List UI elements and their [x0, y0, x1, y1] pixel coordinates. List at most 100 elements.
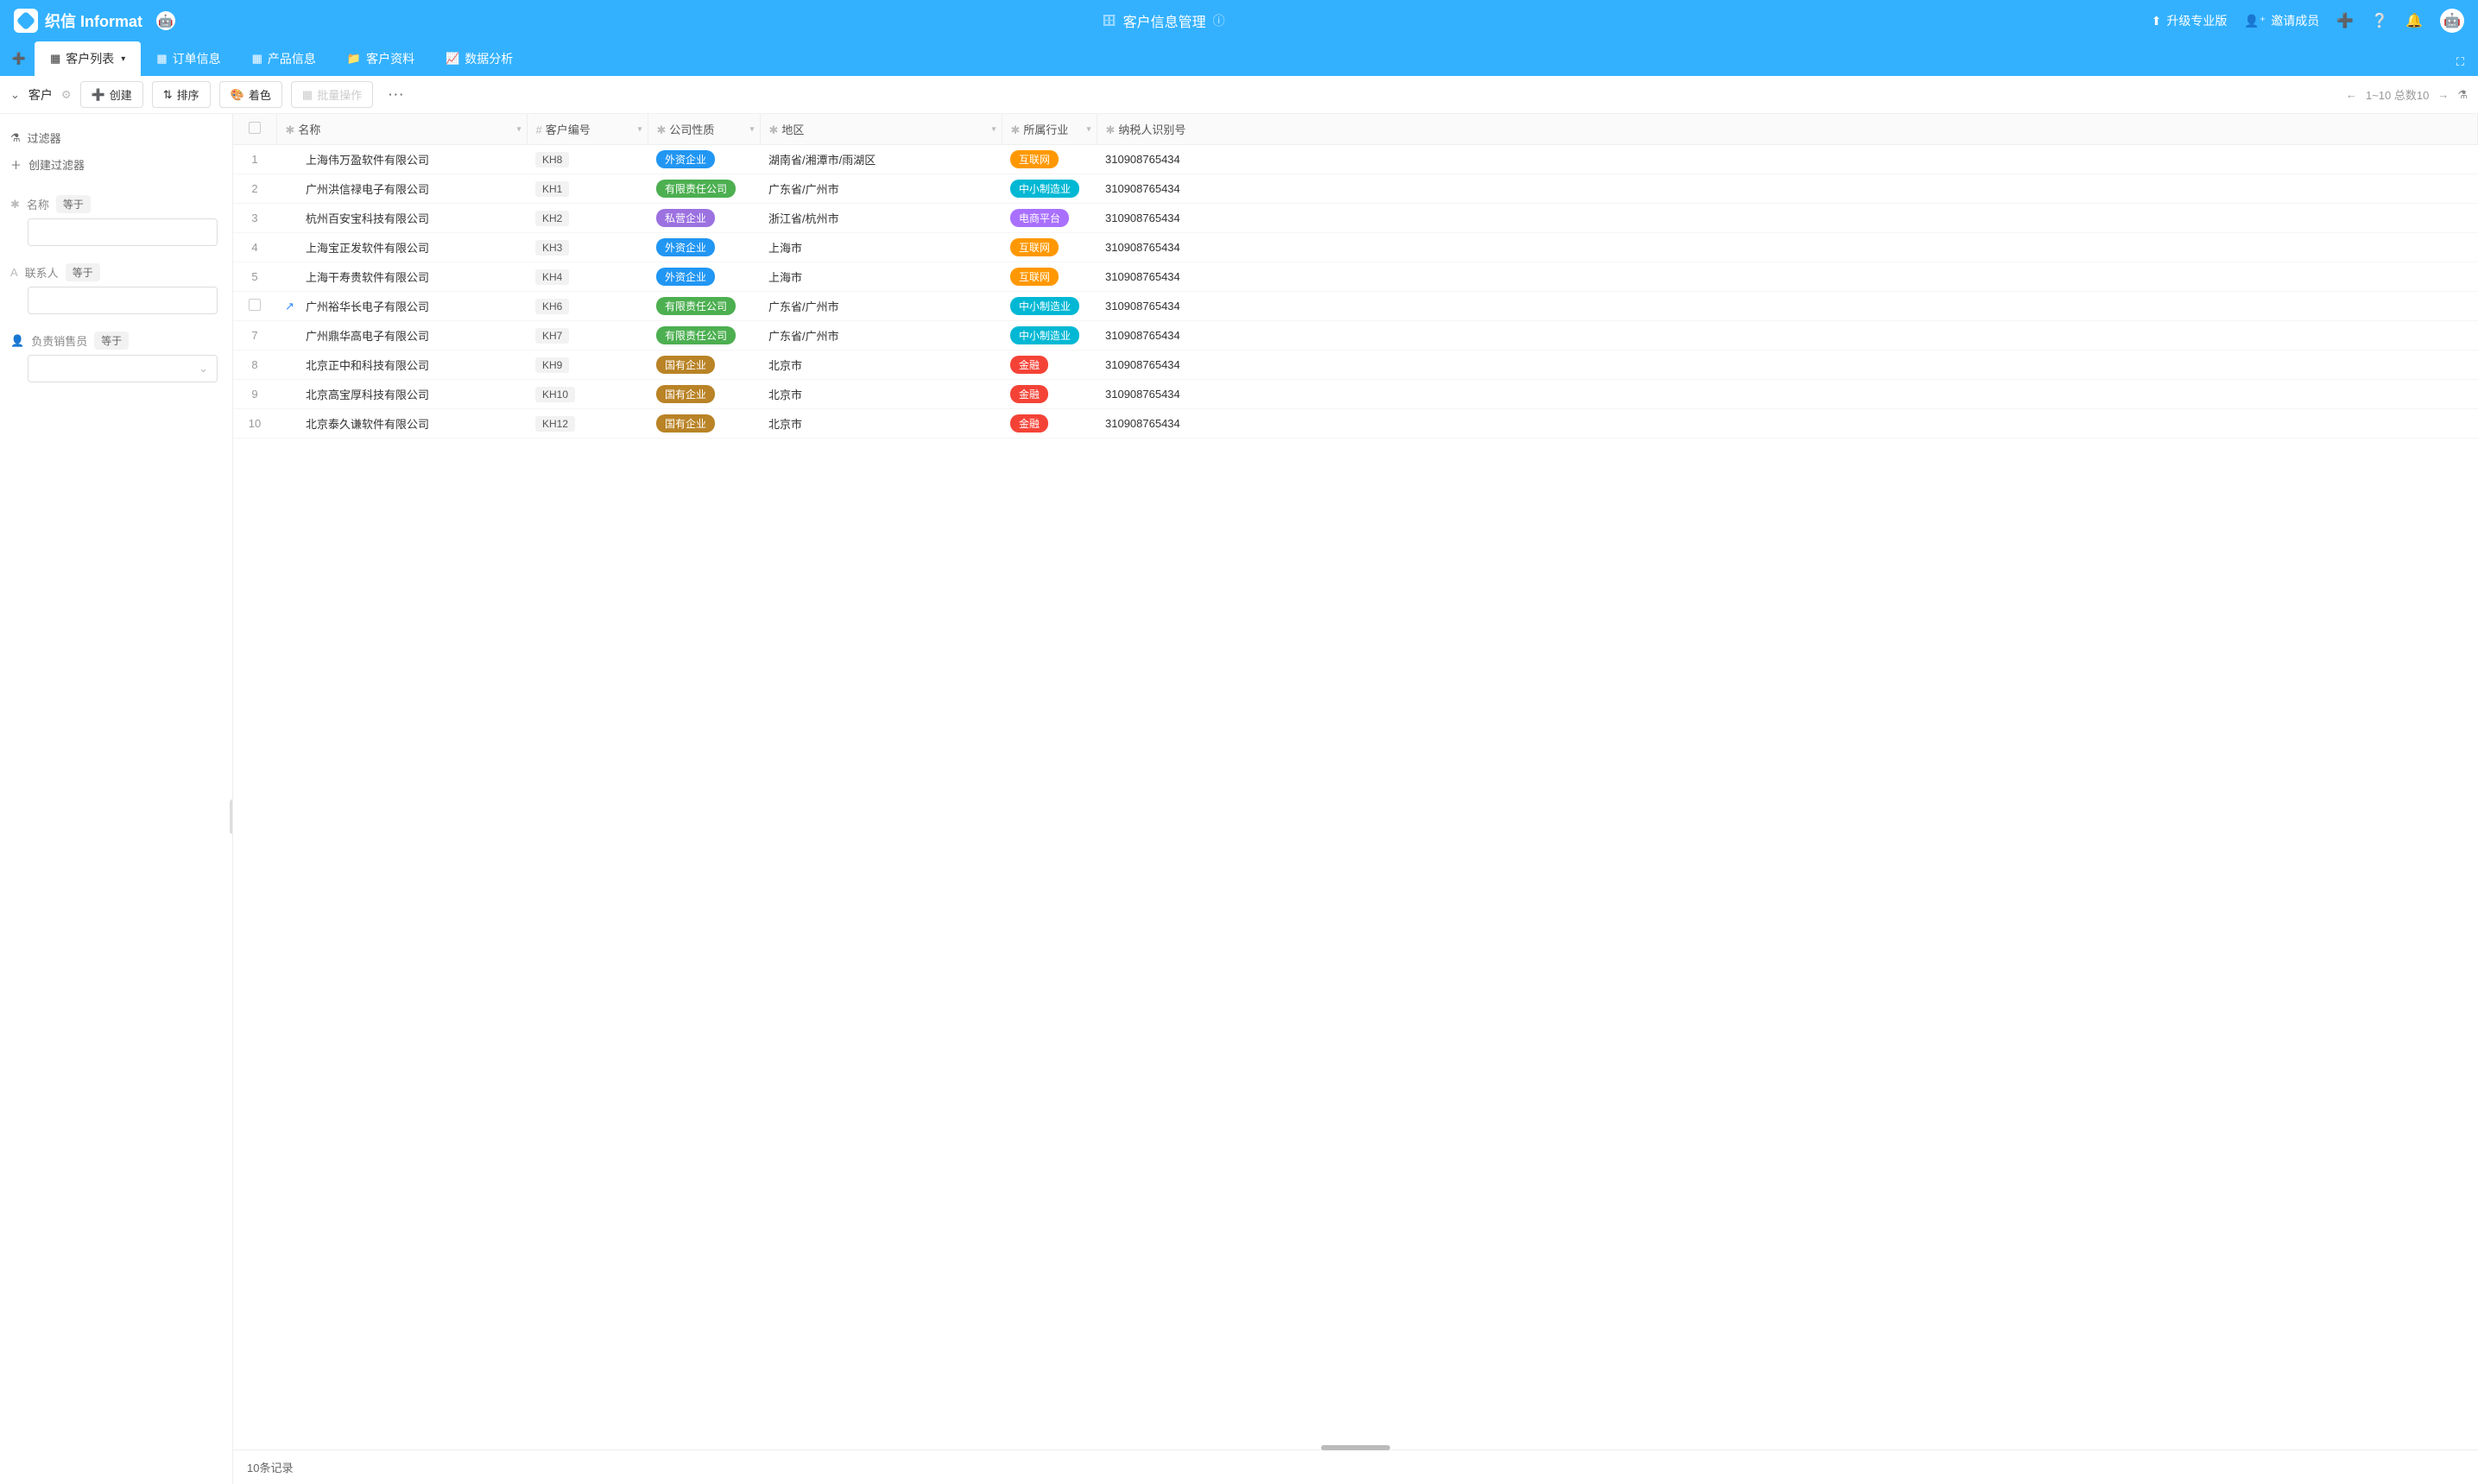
cell-name[interactable]: ↗广州裕华长电子有限公司: [276, 292, 527, 321]
tab-3[interactable]: 📁客户资料: [332, 41, 430, 76]
table-row[interactable]: 6↗广州裕华长电子有限公司KH6有限责任公司广东省/广州市中小制造业310908…: [233, 292, 2478, 321]
next-page-icon[interactable]: →: [2437, 88, 2449, 101]
table-row[interactable]: 5↗上海干寿贵软件有限公司KH4外资企业上海市互联网310908765434: [233, 262, 2478, 292]
tab-1[interactable]: ▦订单信息: [141, 41, 236, 76]
collapse-chevron-icon[interactable]: ⌄: [10, 88, 20, 102]
cell-name[interactable]: ↗上海宝正发软件有限公司: [276, 233, 527, 262]
chevron-down-icon[interactable]: ▾: [1086, 124, 1090, 134]
help-icon[interactable]: ❔: [2371, 12, 2388, 29]
horizontal-scrollbar[interactable]: [1321, 1445, 1390, 1450]
operator-chip[interactable]: 等于: [56, 195, 91, 213]
cell-taxid: 310908765434: [1097, 174, 2478, 204]
th-taxid[interactable]: ✱纳税人识别号: [1097, 114, 2478, 145]
table-row[interactable]: 10↗北京泰久谦软件有限公司KH12国有企业北京市金融310908765434: [233, 409, 2478, 439]
upgrade-icon: ⬆: [2152, 14, 2162, 28]
name-text: 上海干寿贵软件有限公司: [306, 268, 429, 285]
view-settings-icon[interactable]: ⚙: [61, 88, 72, 102]
table-row[interactable]: 3↗杭州百安宝科技有限公司KH2私营企业浙江省/杭州市电商平台310908765…: [233, 204, 2478, 233]
cell-industry: 金融: [1002, 380, 1097, 409]
cell-name[interactable]: ↗广州鼎华高电子有限公司: [276, 321, 527, 350]
sidebar-resize-handle[interactable]: [230, 799, 233, 834]
cell-name[interactable]: ↗上海干寿贵软件有限公司: [276, 262, 527, 292]
industry-pill: 电商平台: [1010, 209, 1069, 227]
table-row[interactable]: 8↗北京正中和科技有限公司KH9国有企业北京市金融310908765434: [233, 350, 2478, 380]
cell-name[interactable]: ↗广州洪信禄电子有限公司: [276, 174, 527, 204]
invite-button[interactable]: 👤⁺ 邀请成员: [2244, 12, 2319, 29]
tab-0[interactable]: ▦客户列表▾: [35, 41, 141, 76]
table-row[interactable]: 2↗广州洪信禄电子有限公司KH1有限责任公司广东省/广州市中小制造业310908…: [233, 174, 2478, 204]
select-all-checkbox[interactable]: [249, 122, 261, 134]
industry-pill: 中小制造业: [1010, 297, 1079, 315]
tab-2[interactable]: ▦产品信息: [237, 41, 332, 76]
chevron-down-icon[interactable]: ▾: [516, 124, 521, 134]
chevron-down-icon[interactable]: ▾: [749, 124, 754, 134]
sort-button[interactable]: ⇅ 排序: [152, 81, 211, 108]
color-button[interactable]: 🎨 着色: [219, 81, 282, 108]
th-nature[interactable]: ✱公司性质▾: [648, 114, 760, 145]
th-industry[interactable]: ✱所属行业▾: [1002, 114, 1097, 145]
row-checkbox[interactable]: [249, 299, 261, 311]
operator-chip[interactable]: 等于: [66, 263, 100, 281]
filter-contact-input[interactable]: [28, 287, 218, 314]
cell-taxid: 310908765434: [1097, 292, 2478, 321]
create-filter-link[interactable]: ＋ 创建过滤器: [10, 151, 222, 178]
sort-icon: ⇅: [163, 88, 173, 102]
cell-name[interactable]: ↗北京正中和科技有限公司: [276, 350, 527, 380]
cell-region: 北京市: [760, 350, 1002, 380]
cell-industry: 互联网: [1002, 233, 1097, 262]
th-region[interactable]: ✱地区▾: [760, 114, 1002, 145]
cell-name[interactable]: ↗杭州百安宝科技有限公司: [276, 204, 527, 233]
data-table: ✱名称▾ #客户编号▾ ✱公司性质▾ ✱地区▾ ✱所属行业▾ ✱纳税人识别号 1…: [233, 114, 2478, 439]
cell-index: 7: [233, 321, 276, 350]
chevron-down-icon[interactable]: ▾: [121, 54, 125, 64]
open-record-icon[interactable]: ↗: [285, 300, 299, 313]
add-tab-button[interactable]: ➕: [7, 47, 31, 71]
filter-icon[interactable]: ⚗: [2457, 88, 2468, 102]
table-icon: ▦: [156, 52, 167, 66]
code-chip: KH9: [535, 357, 569, 373]
more-button[interactable]: ···: [382, 85, 412, 104]
filter-name-input[interactable]: [28, 218, 218, 246]
add-icon[interactable]: ➕: [2336, 12, 2354, 29]
industry-pill: 互联网: [1010, 150, 1059, 168]
logo-icon: [14, 9, 38, 33]
cell-nature: 外资企业: [648, 145, 760, 174]
cell-name[interactable]: ↗上海伟万盈软件有限公司: [276, 145, 527, 174]
avatar[interactable]: 🤖: [2440, 9, 2464, 33]
cell-index: 2: [233, 174, 276, 204]
cell-nature: 国有企业: [648, 350, 760, 380]
operator-chip[interactable]: 等于: [94, 332, 129, 350]
filter-link[interactable]: ⚗ 过滤器: [10, 124, 222, 151]
info-icon[interactable]: ⓘ: [1213, 12, 1225, 29]
th-name[interactable]: ✱名称▾: [276, 114, 527, 145]
table-area: ✱名称▾ #客户编号▾ ✱公司性质▾ ✱地区▾ ✱所属行业▾ ✱纳税人识别号 1…: [233, 114, 2478, 1484]
code-chip: KH1: [535, 181, 569, 197]
cell-industry: 中小制造业: [1002, 321, 1097, 350]
table-scroll[interactable]: ✱名称▾ #客户编号▾ ✱公司性质▾ ✱地区▾ ✱所属行业▾ ✱纳税人识别号 1…: [233, 114, 2478, 1449]
table-row[interactable]: 9↗北京高宝厚科技有限公司KH10国有企业北京市金融310908765434: [233, 380, 2478, 409]
cell-name[interactable]: ↗北京高宝厚科技有限公司: [276, 380, 527, 409]
bell-icon[interactable]: 🔔: [2405, 12, 2423, 29]
tab-4[interactable]: 📈数据分析: [430, 41, 528, 76]
asterisk-icon: ✱: [657, 123, 667, 136]
prev-page-icon[interactable]: ←: [2346, 88, 2357, 101]
cell-index: 3: [233, 204, 276, 233]
cell-name[interactable]: ↗北京泰久谦软件有限公司: [276, 409, 527, 439]
nature-pill: 有限责任公司: [656, 297, 736, 315]
upgrade-label: 升级专业版: [2166, 12, 2227, 29]
cell-region: 浙江省/杭州市: [760, 204, 1002, 233]
table-row[interactable]: 1↗上海伟万盈软件有限公司KH8外资企业湖南省/湘潭市/雨湖区互联网310908…: [233, 145, 2478, 174]
create-button[interactable]: ➕ 创建: [80, 81, 143, 108]
th-code[interactable]: #客户编号▾: [527, 114, 648, 145]
cell-index: 6: [233, 292, 276, 321]
cell-region: 广东省/广州市: [760, 174, 1002, 204]
maximize-icon[interactable]: ⛶: [2450, 48, 2471, 76]
table-row[interactable]: 7↗广州鼎华高电子有限公司KH7有限责任公司广东省/广州市中小制造业310908…: [233, 321, 2478, 350]
filter-sales-select[interactable]: ⌄: [28, 355, 218, 382]
logo[interactable]: 织信 Informat 🤖: [14, 9, 175, 33]
pagination-text: 1~10 总数10: [2366, 86, 2429, 103]
chevron-down-icon[interactable]: ▾: [991, 124, 996, 134]
chevron-down-icon[interactable]: ▾: [637, 124, 642, 134]
table-row[interactable]: 4↗上海宝正发软件有限公司KH3外资企业上海市互联网310908765434: [233, 233, 2478, 262]
upgrade-button[interactable]: ⬆ 升级专业版: [2152, 12, 2228, 29]
